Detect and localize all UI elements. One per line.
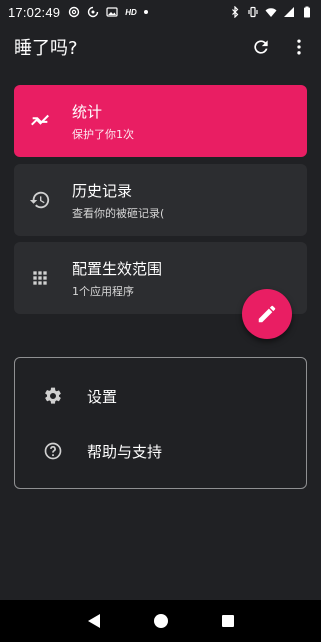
wifi-icon <box>265 8 277 17</box>
history-card-subtitle: 查看你的被砸记录( <box>72 206 165 220</box>
at-sign-icon <box>69 6 80 18</box>
help-icon <box>41 439 65 463</box>
refresh-button[interactable] <box>249 35 273 59</box>
nav-home-button[interactable] <box>149 609 173 633</box>
dot-icon <box>143 10 148 14</box>
system-nav-bar <box>0 600 321 642</box>
status-system-icons <box>229 6 313 18</box>
status-bar: 17:02:49 HD <box>0 0 321 24</box>
app-bar-actions <box>249 35 311 59</box>
gear-icon <box>41 384 65 408</box>
vibrate-icon <box>248 6 258 18</box>
history-card[interactable]: 历史记录 查看你的被砸记录( <box>14 164 307 236</box>
settings-menu: 设置 帮助与支持 <box>14 357 307 489</box>
battery-icon <box>304 6 310 18</box>
status-time: 17:02:49 <box>8 4 61 20</box>
nav-back-button[interactable] <box>82 609 106 633</box>
more-vert-icon <box>297 39 301 55</box>
scope-config-card-subtitle: 1个应用程序 <box>72 284 134 298</box>
stats-card-title: 统计 <box>72 102 103 121</box>
app-bar: 睡了吗? <box>0 24 321 70</box>
trend-icon <box>28 109 52 133</box>
menu-item-settings[interactable]: 设置 <box>15 372 306 420</box>
history-card-title: 历史记录 <box>72 181 133 200</box>
scope-config-card-text: 配置生效范围 1个应用程序 <box>72 258 162 299</box>
bluetooth-icon <box>232 6 239 18</box>
image-icon <box>106 7 118 17</box>
signal-icon <box>284 7 294 17</box>
apps-grid-icon <box>28 266 52 290</box>
history-card-text: 历史记录 查看你的被砸记录( <box>72 180 164 221</box>
history-icon <box>28 188 52 212</box>
scope-config-card-title: 配置生效范围 <box>72 259 163 278</box>
nav-recents-button[interactable] <box>216 609 240 633</box>
stats-card-subtitle: 保护了你1次 <box>72 127 134 141</box>
stats-card-text: 统计 保护了你1次 <box>72 101 134 142</box>
edit-fab-button[interactable] <box>242 289 292 339</box>
sync-icon <box>88 6 99 18</box>
back-icon <box>87 614 100 628</box>
refresh-icon <box>254 40 268 54</box>
stats-card[interactable]: 统计 保护了你1次 <box>14 85 307 157</box>
menu-item-help[interactable]: 帮助与支持 <box>15 427 306 475</box>
recents-icon <box>221 615 234 627</box>
menu-label-help: 帮助与支持 <box>87 442 163 461</box>
home-icon <box>153 614 168 628</box>
edit-icon <box>258 305 276 323</box>
more-options-button[interactable] <box>287 35 311 59</box>
hd-icon: HD <box>125 7 137 17</box>
menu-label-settings: 设置 <box>87 387 118 406</box>
status-notification-icons: HD <box>68 6 148 18</box>
page-title: 睡了吗? <box>14 38 78 59</box>
